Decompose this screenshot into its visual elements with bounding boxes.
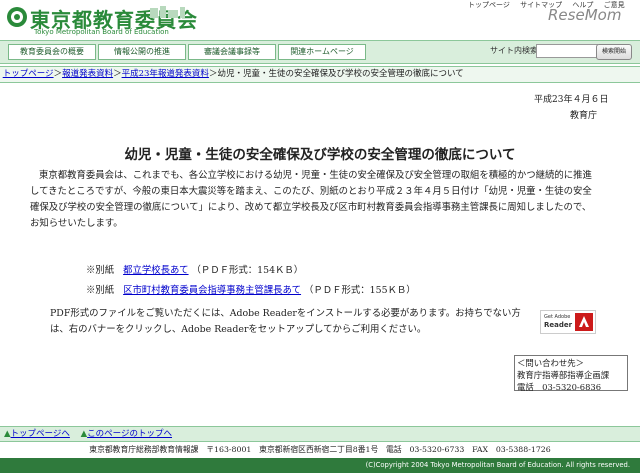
logo-icon[interactable] xyxy=(6,6,28,28)
breadcrumb-press[interactable]: 報道発表資料 xyxy=(62,69,113,79)
header-decoration-icon xyxy=(150,6,185,18)
body-line: 東京都教育委員会は、これまでも、各公立学校における幼児・児童・生徒の安全確保及び… xyxy=(39,170,592,181)
attachment-link-principals[interactable]: 都立学校長あて xyxy=(123,265,188,276)
site-logo-subtitle: Tokyo Metropolitan Board of Education xyxy=(34,28,169,36)
footer-nav: ▲トップページへ ▲このページのトップへ xyxy=(0,426,640,442)
attachment-size: （ＰＤＦ形式：154ＫＢ） xyxy=(191,265,304,276)
nav-item-minutes[interactable]: 審議会議事録等 xyxy=(188,44,276,60)
attachment-size: （ＰＤＦ形式：155ＫＢ） xyxy=(304,285,416,296)
breadcrumb-separator: ＞ xyxy=(53,69,63,79)
copyright: (C)Copyright 2004 Tokyo Metropolitan Boa… xyxy=(0,458,640,473)
attachment-prefix: ※別紙 xyxy=(86,285,115,296)
body-line: してきたところですが、今般の東日本大震災等を踏まえ、このたび、別紙のとおり平成２… xyxy=(30,186,592,197)
top-link-home[interactable]: トップページ xyxy=(468,1,510,9)
contact-box: ＜問い合わせ先＞ 教育庁指導部指導企画課 電話 03-5320-6836 xyxy=(514,355,628,392)
nav-item-related[interactable]: 関連ホームページ xyxy=(278,44,366,60)
adobe-logo-icon xyxy=(575,313,593,331)
nav-item-overview[interactable]: 教育委員会の概要 xyxy=(8,44,96,60)
document-date: 平成23年４月６日 xyxy=(534,95,609,105)
pdf-note: PDF形式のファイルをご覧いただくには、Adobe Readerをインストールす… xyxy=(50,306,530,338)
adobe-reader-banner[interactable]: Get Adobe Reader xyxy=(540,310,596,334)
search-button[interactable]: 検索開始 xyxy=(596,44,632,60)
attachment-prefix: ※別紙 xyxy=(86,265,115,276)
attachment-item: ※別紙 都立学校長あて （ＰＤＦ形式：154ＫＢ） xyxy=(86,262,303,276)
contact-title: ＜問い合わせ先＞ xyxy=(517,358,584,368)
page-title: 幼児・児童・生徒の安全確保及び学校の安全管理の徹底について xyxy=(124,147,516,163)
footer-link-home[interactable]: トップページへ xyxy=(11,429,70,439)
attachment-item: ※別紙 区市町村教育委員会指導事務主管課長あて （ＰＤＦ形式：155ＫＢ） xyxy=(86,282,416,296)
breadcrumb-current: 幼児・児童・生徒の安全確保及び学校の安全管理の徹底について xyxy=(217,69,464,79)
breadcrumb-home[interactable]: トップページ xyxy=(3,69,54,79)
watermark: ReseMom xyxy=(548,6,622,24)
document-org: 教育庁 xyxy=(570,111,598,121)
breadcrumb: トップページ＞報道発表資料＞平成23年報道発表資料＞幼児・児童・生徒の安全確保及… xyxy=(0,66,640,83)
breadcrumb-press-2011[interactable]: 平成23年報道発表資料 xyxy=(122,69,209,79)
contact-dept: 教育庁指導部指導企画課 xyxy=(517,370,610,380)
adobe-banner-line2: Reader xyxy=(544,321,573,329)
footer-link-pagetop[interactable]: このページのトップへ xyxy=(87,429,172,439)
contact-phone: 電話 03-5320-6836 xyxy=(517,382,602,392)
nav-item-disclosure[interactable]: 情報公開の推進 xyxy=(98,44,186,60)
search-label: サイト内検索 xyxy=(490,46,538,55)
footer-address: 東京都教育庁総務部教育情報課 〒163-8001 東京都新宿区西新宿二丁目8番1… xyxy=(89,445,551,454)
pdf-note-line: は、右のバナーをクリックし、Adobe Readerをセットアップしてからご利用… xyxy=(50,324,427,335)
attachment-link-municipal[interactable]: 区市町村教育委員会指導事務主管課長あて xyxy=(123,285,301,296)
adobe-banner-line1: Get Adobe xyxy=(544,314,571,320)
breadcrumb-separator: ＞ xyxy=(113,69,122,79)
pdf-note-line: PDF形式のファイルをご覧いただくには、Adobe Readerをインストールす… xyxy=(50,308,521,319)
body-text: 東京都教育委員会は、これまでも、各公立学校における幼児・児童・生徒の安全確保及び… xyxy=(30,168,614,232)
body-line: 確保及び学校の安全管理の徹底について」により、改めて都立学校長及び区市町村教育委… xyxy=(30,202,592,213)
body-line: お知らせいたします。 xyxy=(30,218,123,229)
search-input[interactable] xyxy=(536,44,598,58)
